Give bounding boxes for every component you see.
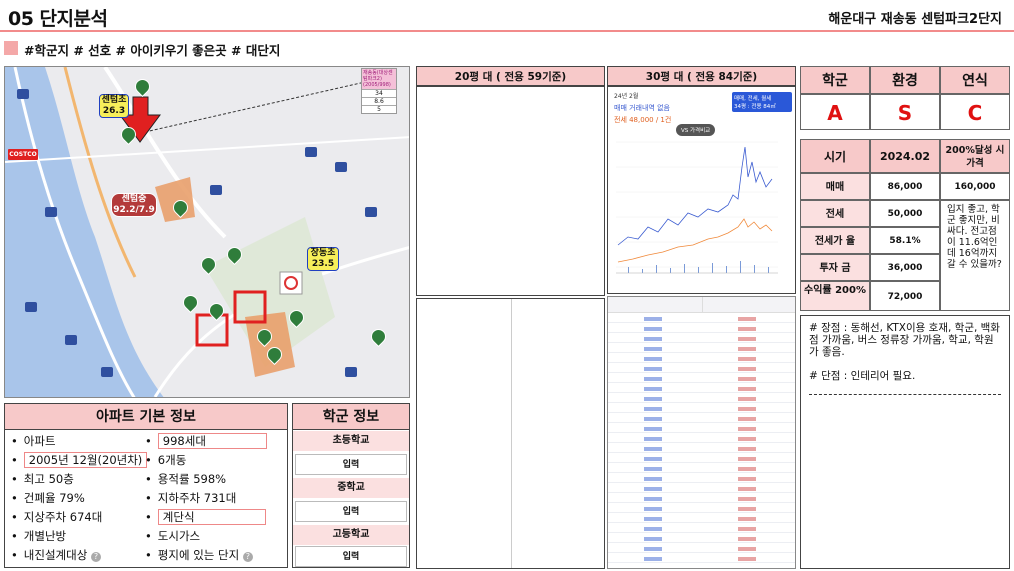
apartment-icon [345, 367, 357, 377]
row-value-sale: 86,000 [870, 173, 940, 200]
hashtags: #학군지 # 선호 # 아이키우기 좋은곳 # 대단지 [24, 43, 281, 58]
row-value-return: 72,000 [870, 281, 940, 311]
list-item: 지하주차 731대 [145, 489, 267, 508]
list-item: 용적률 598% [145, 470, 267, 489]
middle-school-label: 중학교 [293, 478, 409, 498]
price-header-target: 200%달성 시 가격 [940, 139, 1010, 173]
list-item: 6개동 [145, 451, 267, 470]
price-header-period: 시기 [800, 139, 870, 173]
costco-label[interactable]: COSTCO [8, 149, 38, 160]
list-item: 최고 50층 [11, 470, 147, 489]
price-comment: 입지 좋고, 학군 좋지만, 비싸다. 전고점이 11.6억인데 16억까지 갈… [940, 200, 1010, 311]
list-item: 계단식 [145, 508, 267, 527]
grade-header-environment: 환경 [870, 66, 940, 94]
info-icon[interactable]: ? [242, 552, 253, 562]
page-title: 05 단지분석 [8, 8, 108, 30]
apartment-icon [365, 207, 377, 217]
row-label-investment: 투자 금 [800, 254, 870, 281]
list-item: 지상주차 674대 [11, 508, 147, 527]
panel-30py-header: 30평 대 ( 전용 84기준) [607, 66, 796, 86]
pros-text: # 장점 : 동해선, KTX이용 호재, 학군, 백화점 가까움, 버스 정류… [809, 322, 1000, 358]
grade-header-school: 학군 [800, 66, 870, 94]
list-item: 건폐율 79% [11, 489, 147, 508]
tag-marker [4, 41, 18, 55]
elementary-input[interactable]: 입력 [295, 454, 407, 475]
list-item: 내진설계대상 ? [11, 546, 147, 565]
apartment-icon [25, 302, 37, 312]
info-icon[interactable]: ? [90, 552, 101, 562]
school-label-centum-elem[interactable]: 센텀초 26.3 [99, 94, 129, 118]
apartment-info-title: 아파트 기본 정보 [5, 404, 287, 430]
apartment-info-panel: 아파트 기본 정보 아파트 2005년 12월(20년차) 최고 50층 건폐율… [4, 403, 288, 568]
price-header-date: 2024.02 [870, 139, 940, 173]
high-school-input[interactable]: 입력 [295, 546, 407, 567]
row-target-sale: 160,000 [940, 173, 1010, 200]
apartment-icon [65, 335, 77, 345]
map-legend: 재송동(대상센텀파크2)(2005/998) 34 8.6 5 [361, 68, 397, 114]
apartment-icon [101, 367, 113, 377]
row-value-investment: 36,000 [870, 254, 940, 281]
price-lines [616, 141, 778, 274]
panel-20py-chart [416, 86, 605, 296]
header-divider [0, 30, 1014, 32]
list-item: 998세대 [145, 432, 267, 451]
grade-environment: S [870, 94, 940, 130]
apartment-info-left-list: 아파트 2005년 12월(20년차) 최고 50층 건폐율 79% 지상주차 … [11, 432, 148, 565]
row-value-jeonse: 50,000 [870, 200, 940, 227]
list-price-column [644, 317, 662, 567]
list-item: 평지에 있는 단지 ? [145, 546, 267, 565]
panel-20py-list [416, 298, 605, 569]
apartment-info-right-list: 998세대 6개동 용적률 598% 지하주차 731대 계단식 도시가스 평지… [145, 432, 267, 565]
price-trend-chart[interactable]: 24년 2월 매매 거래내역 없음 전세 48,000 / 1건 매매, 전세,… [607, 86, 796, 294]
school-label-jangdong-elem[interactable]: 장동초 23.5 [307, 247, 339, 271]
divider [511, 299, 512, 568]
complex-name: 해운대구 재송동 센텀파크2단지 [828, 12, 1002, 27]
apartment-icon [210, 185, 222, 195]
row-value-ratio: 58.1% [870, 227, 940, 254]
apartment-icon [45, 207, 57, 217]
list-item: 개별난방 [11, 527, 147, 546]
apartment-icon [335, 162, 347, 172]
map-base [5, 67, 409, 397]
middle-school-input[interactable]: 입력 [295, 501, 407, 522]
area-map[interactable]: 재송동(대상센텀파크2)(2005/998) 34 8.6 5 센텀초 26.3 … [4, 66, 410, 398]
panel-20py-header: 20평 대 ( 전용 59기준) [416, 66, 605, 86]
list-rows [608, 313, 795, 568]
school-info-panel: 학군 정보 초등학교 입력 중학교 입력 고등학교 입력 [292, 403, 410, 568]
row-label-jeonse: 전세 [800, 200, 870, 227]
high-school-label: 고등학교 [293, 525, 409, 545]
list-price-column [738, 317, 756, 567]
row-label-sale: 매매 [800, 173, 870, 200]
list-item: 도시가스 [145, 527, 267, 546]
school-label-centum-middle[interactable]: 센텀중 92.2/7.9 [111, 193, 157, 217]
grade-age: C [940, 94, 1010, 130]
list-item: 2005년 12월(20년차) [11, 451, 148, 470]
apartment-icon [305, 147, 317, 157]
school-info-title: 학군 정보 [293, 404, 409, 430]
transaction-list[interactable] [607, 296, 796, 569]
apartment-icon [17, 89, 29, 99]
grade-header-age: 연식 [940, 66, 1010, 94]
elementary-label: 초등학교 [293, 431, 409, 451]
list-item: 아파트 [11, 432, 147, 451]
notes-panel: # 장점 : 동해선, KTX이용 호재, 학군, 백화점 가까움, 버스 정류… [800, 315, 1010, 569]
grade-school: A [800, 94, 870, 130]
row-label-return: 수익률 200% [800, 281, 870, 311]
cons-text: # 단점 : 인테리어 필요. [809, 370, 916, 382]
row-label-ratio: 전세가 율 [800, 227, 870, 254]
notes-divider [809, 394, 1001, 395]
